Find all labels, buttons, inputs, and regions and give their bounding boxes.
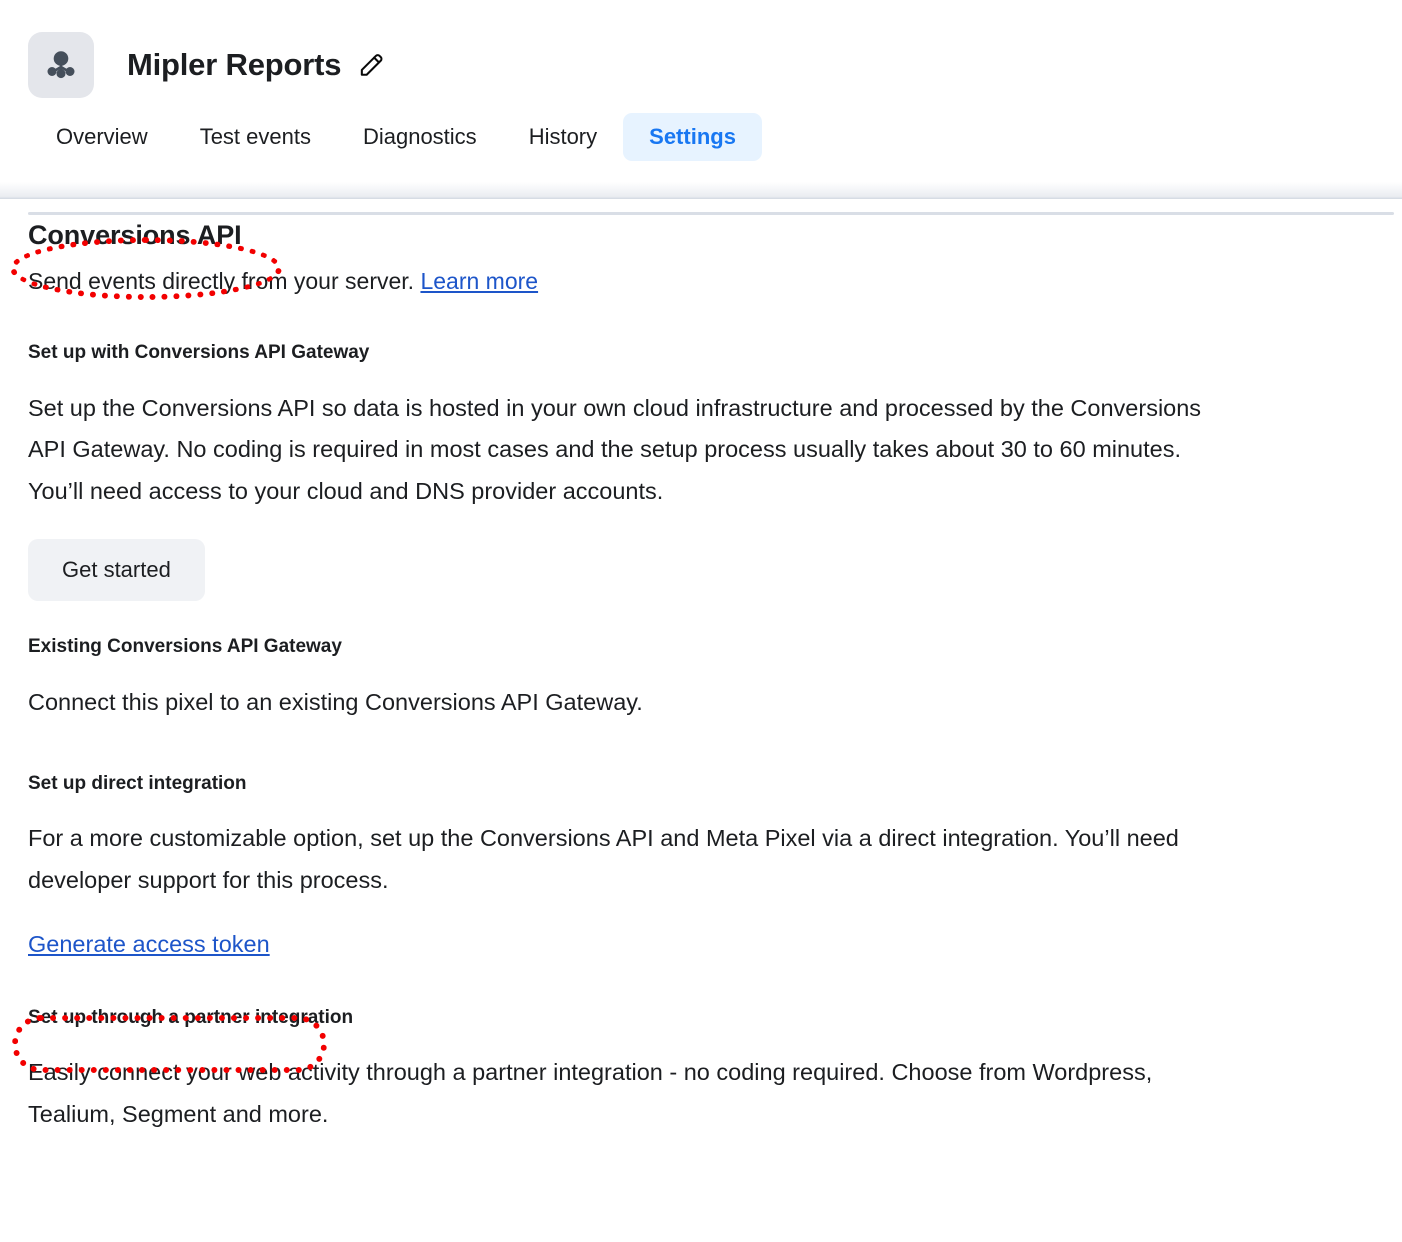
block-heading-direct-integration: Set up direct integration	[28, 772, 247, 794]
generate-access-token-link[interactable]: Generate access token	[28, 931, 270, 957]
block-partner-integration: Set up through a partner integration Eas…	[28, 1006, 1374, 1136]
block-existing-gateway: Existing Conversions API Gateway Connect…	[28, 635, 1374, 724]
tab-diagnostics[interactable]: Diagnostics	[337, 113, 503, 161]
block-direct-integration: Set up direct integration For a more cus…	[28, 772, 1374, 966]
section-subtitle: Send events directly from your server. L…	[28, 265, 1374, 297]
meta-pixel-icon	[28, 31, 94, 98]
page-header: Mipler Reports Overview Test events Diag…	[0, 0, 1402, 199]
block-conversions-api-gateway: Set up with Conversions API Gateway Set …	[28, 341, 1374, 602]
block-body-gateway: Set up the Conversions API so data is ho…	[28, 394, 1202, 505]
tab-test-events[interactable]: Test events	[174, 113, 337, 161]
pencil-edit-icon[interactable]	[357, 50, 386, 79]
header-divider	[28, 212, 1394, 215]
get-started-button[interactable]: Get started	[28, 539, 205, 602]
title-row: Mipler Reports	[0, 0, 1402, 104]
page-title: Mipler Reports	[127, 46, 342, 82]
generate-access-token-row: Generate access token	[28, 924, 1223, 966]
tab-settings[interactable]: Settings	[623, 113, 762, 161]
block-heading-existing-gateway: Existing Conversions API Gateway	[28, 636, 342, 658]
block-heading-gateway: Set up with Conversions API Gateway	[28, 341, 370, 363]
block-body-existing-gateway: Connect this pixel to an existing Conver…	[28, 688, 643, 715]
tab-bar: Overview Test events Diagnostics History…	[0, 104, 1402, 170]
block-body-direct-integration: For a more customizable option, set up t…	[28, 825, 1179, 894]
block-body-partner-integration: Easily connect your web activity through…	[28, 1059, 1153, 1128]
header-shadow	[0, 182, 1402, 199]
block-heading-partner-integration: Set up through a partner integration	[28, 1006, 354, 1028]
tab-history[interactable]: History	[503, 113, 623, 161]
section-subtitle-text: Send events directly from your server.	[28, 267, 415, 294]
conversions-api-section: Conversions API Send events directly fro…	[0, 219, 1402, 1136]
tab-overview[interactable]: Overview	[30, 113, 174, 161]
settings-page: Mipler Reports Overview Test events Diag…	[0, 0, 1402, 1242]
learn-more-link[interactable]: Learn more	[420, 268, 538, 294]
page-section-title: Conversions API	[28, 220, 242, 250]
